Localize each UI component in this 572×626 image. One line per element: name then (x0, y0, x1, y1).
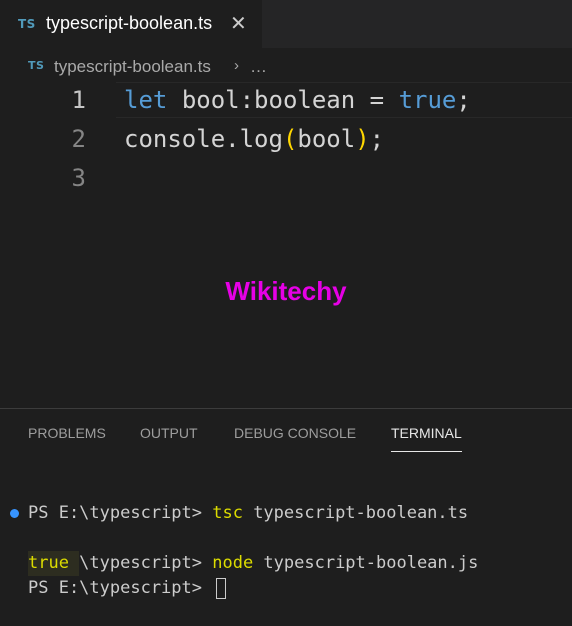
close-icon[interactable]: ✕ (230, 11, 247, 36)
code-line: 2 console.log(bool); (0, 120, 572, 158)
editor-tab-bar: TS typescript-boolean.ts ✕ (0, 0, 572, 48)
tab-terminal[interactable]: TERMINAL (391, 425, 462, 452)
tab-typescript-boolean[interactable]: TS typescript-boolean.ts ✕ (0, 0, 262, 48)
code-text: console.log(bool); (124, 125, 385, 153)
tab-output[interactable]: OUTPUT (140, 425, 198, 451)
typescript-file-icon: TS (28, 59, 45, 72)
code-text: let bool:boolean = true; (124, 86, 471, 114)
line-number: 3 (71, 164, 86, 192)
terminal-cursor (216, 577, 227, 599)
bottom-panel: PROBLEMS OUTPUT DEBUG CONSOLE TERMINAL P… (0, 408, 572, 599)
tab-debug-console[interactable]: DEBUG CONSOLE (234, 425, 356, 451)
code-editor[interactable]: 1 let bool:boolean = true; 2 console.log… (0, 80, 572, 410)
terminal-prompt[interactable]: PS E:\typescript> (0, 551, 572, 599)
line-number: 2 (71, 125, 86, 153)
typescript-file-icon: TS (18, 17, 36, 31)
chevron-right-icon: › (234, 57, 239, 74)
code-line: 1 let bool:boolean = true; (0, 81, 572, 119)
terminal-line: PS E:\typescript> tsc typescript-boolean… (28, 503, 469, 523)
tab-problems[interactable]: PROBLEMS (28, 425, 106, 451)
code-line: 3 (0, 159, 572, 197)
watermark-text: Wikitechy (225, 276, 347, 306)
breadcrumb-symbols[interactable]: … (250, 57, 267, 77)
breadcrumb: TS typescript-boolean.ts › … (0, 54, 572, 80)
terminal-line: PS E:\typescript> node typescript-boolea… (0, 501, 572, 573)
breadcrumb-file[interactable]: typescript-boolean.ts (54, 57, 211, 77)
command-decoration-icon[interactable] (10, 509, 19, 518)
terminal-output: true (0, 526, 572, 576)
line-number: 1 (71, 86, 86, 114)
tab-label: typescript-boolean.ts (46, 13, 213, 33)
